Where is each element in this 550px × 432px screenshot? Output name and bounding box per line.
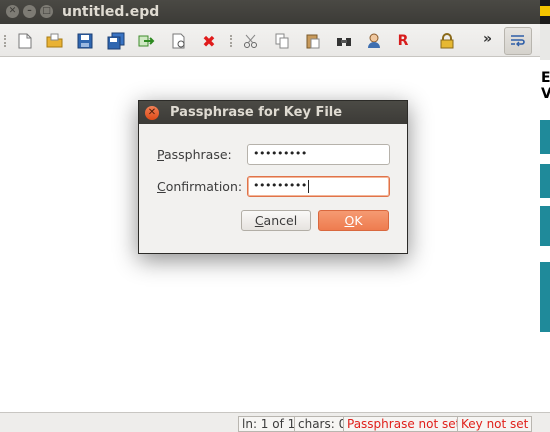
confirmation-label: Confirmation:	[157, 179, 243, 194]
open-folder-icon[interactable]	[44, 30, 66, 52]
dialog-title: Passphrase for Key File	[170, 105, 343, 120]
window-minimize-icon[interactable]: –	[23, 5, 36, 18]
window-title: untitled.epd	[62, 4, 160, 20]
window-close-icon[interactable]: ✕	[6, 5, 19, 18]
dialog-titlebar: ✕ Passphrase for Key File	[139, 101, 407, 124]
passphrase-dialog: ✕ Passphrase for Key File Passphrase: ••…	[138, 100, 408, 254]
ok-button[interactable]: OK	[318, 210, 389, 231]
text-caret	[307, 179, 309, 193]
confirmation-field[interactable]: •••••••••	[247, 176, 390, 197]
cut-icon[interactable]	[240, 30, 262, 52]
status-passphrase: Passphrase not set	[343, 416, 465, 432]
window-titlebar: ✕ – □ untitled.epd	[0, 0, 550, 24]
find-icon[interactable]	[333, 30, 355, 52]
r-icon[interactable]: R	[392, 30, 414, 52]
export-icon[interactable]	[136, 30, 158, 52]
new-file-icon[interactable]	[14, 30, 36, 52]
status-key: Key not set	[457, 416, 533, 432]
copy-icon[interactable]	[271, 30, 293, 52]
status-bar: ln: 1 of 1 chars: 0 Passphrase not set K…	[0, 412, 550, 432]
status-char-count: chars: 0	[294, 416, 351, 432]
background-window-edge: EV	[540, 0, 550, 432]
user-icon[interactable]	[363, 30, 385, 52]
print-preview-icon[interactable]	[168, 30, 190, 52]
passphrase-label: Passphrase:	[157, 147, 232, 162]
passphrase-field[interactable]: •••••••••	[247, 144, 390, 165]
save-icon[interactable]	[74, 30, 96, 52]
toolbar-grip-icon[interactable]	[4, 35, 7, 47]
toolbar: ✖ R »	[0, 24, 540, 57]
toolbar-overflow-icon[interactable]: »	[483, 31, 492, 47]
status-line-position: ln: 1 of 1	[238, 416, 300, 432]
toolbar-separator	[230, 35, 233, 47]
save-all-icon[interactable]	[105, 30, 127, 52]
delete-icon[interactable]: ✖	[198, 30, 220, 52]
paste-icon[interactable]	[302, 30, 324, 52]
wrap-icon[interactable]	[504, 27, 532, 55]
cancel-button[interactable]: Cancel	[241, 210, 311, 231]
lock-icon[interactable]	[436, 30, 458, 52]
window-maximize-icon[interactable]: □	[40, 5, 53, 18]
dialog-close-icon[interactable]: ✕	[145, 106, 159, 120]
